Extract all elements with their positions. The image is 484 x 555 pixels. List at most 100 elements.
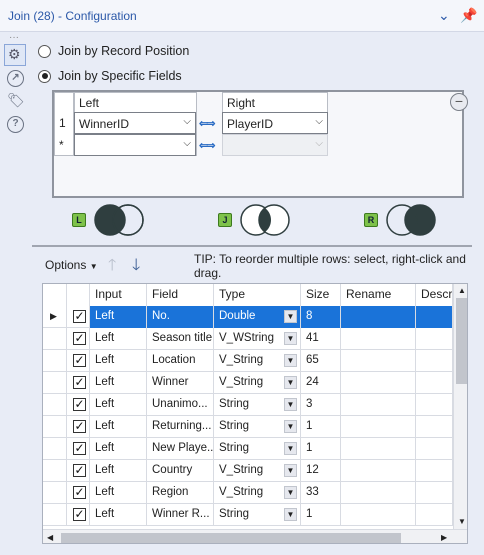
size-cell[interactable]: 1 xyxy=(301,438,341,460)
description-cell[interactable] xyxy=(416,460,453,482)
connection-icon[interactable]: ↗ xyxy=(7,70,24,87)
left-output-selector[interactable]: L xyxy=(72,203,152,237)
field-checkbox[interactable]: ✓ xyxy=(73,508,86,521)
input-cell[interactable]: Left xyxy=(90,328,147,350)
right-field-dropdown[interactable]: PlayerID ⌵ xyxy=(222,112,328,134)
table-row[interactable]: ✓ Left Season title V_WString ▼ 41 xyxy=(43,328,453,350)
join-output-selector[interactable]: J xyxy=(218,203,298,237)
description-cell[interactable] xyxy=(416,438,453,460)
description-cell[interactable] xyxy=(416,328,453,350)
input-cell[interactable]: Left xyxy=(90,394,147,416)
description-cell[interactable] xyxy=(416,372,453,394)
type-dropdown-icon[interactable]: ▼ xyxy=(284,354,297,367)
chevron-down-icon[interactable]: ⌄ xyxy=(438,7,450,23)
new-left-field-dropdown[interactable]: ⌵ xyxy=(74,134,196,156)
input-cell[interactable]: Left xyxy=(90,460,147,482)
join-by-position-option[interactable]: Join by Record Position xyxy=(38,44,189,58)
left-field-dropdown[interactable]: WinnerID ⌵ xyxy=(74,112,196,134)
size-cell[interactable]: 3 xyxy=(301,394,341,416)
rename-cell[interactable] xyxy=(341,350,416,372)
table-row[interactable]: ✓ Left Unanimo... String ▼ 3 xyxy=(43,394,453,416)
field-cell[interactable]: Season title xyxy=(147,328,214,350)
type-cell[interactable]: V_String ▼ xyxy=(214,482,301,504)
table-row[interactable]: ✓ Left Winner V_String ▼ 24 xyxy=(43,372,453,394)
input-cell[interactable]: Left xyxy=(90,482,147,504)
pin-icon[interactable]: 📌 xyxy=(460,7,477,23)
rename-cell[interactable] xyxy=(341,328,416,350)
size-cell[interactable]: 1 xyxy=(301,504,341,526)
rename-cell[interactable] xyxy=(341,438,416,460)
type-cell[interactable]: String ▼ xyxy=(214,416,301,438)
settings-tab[interactable]: ⚙ xyxy=(4,44,26,66)
field-checkbox[interactable]: ✓ xyxy=(73,442,86,455)
table-row[interactable]: ✓ Left Region V_String ▼ 33 xyxy=(43,482,453,504)
type-dropdown-icon[interactable]: ▼ xyxy=(284,420,297,433)
type-dropdown-icon[interactable]: ▼ xyxy=(284,464,297,477)
description-cell[interactable] xyxy=(416,350,453,372)
input-cell[interactable]: Left xyxy=(90,306,147,328)
table-row[interactable]: ✓ Left Location V_String ▼ 65 xyxy=(43,350,453,372)
size-cell[interactable]: 24 xyxy=(301,372,341,394)
size-cell[interactable]: 1 xyxy=(301,416,341,438)
table-row[interactable]: ✓ Left New Playe... String ▼ 1 xyxy=(43,438,453,460)
rename-cell[interactable] xyxy=(341,482,416,504)
scroll-up-icon[interactable]: ▲ xyxy=(458,286,466,295)
size-cell[interactable]: 41 xyxy=(301,328,341,350)
type-cell[interactable]: V_String ▼ xyxy=(214,460,301,482)
radio-button[interactable] xyxy=(38,44,51,58)
rename-cell[interactable] xyxy=(341,372,416,394)
move-up-icon[interactable]: 🡑 xyxy=(108,254,116,281)
horizontal-scroll-thumb[interactable] xyxy=(61,533,401,543)
field-checkbox[interactable]: ✓ xyxy=(73,376,86,389)
rename-cell[interactable] xyxy=(341,460,416,482)
input-cell[interactable]: Left xyxy=(90,504,147,526)
description-cell[interactable] xyxy=(416,306,453,328)
more-dots-icon[interactable]: ··· xyxy=(9,32,19,43)
size-cell[interactable]: 8 xyxy=(301,306,341,328)
header-input[interactable]: Input xyxy=(90,284,147,306)
horizontal-scrollbar[interactable]: ◀ ▶ xyxy=(43,529,467,543)
description-cell[interactable] xyxy=(416,394,453,416)
table-row[interactable]: ✓ Left Winner R... String ▼ 1 xyxy=(43,504,453,526)
field-checkbox[interactable]: ✓ xyxy=(73,354,86,367)
tag-icon[interactable]: 🏷 xyxy=(7,92,25,109)
swap-arrows-icon[interactable]: ⇐⇒ xyxy=(199,139,216,152)
type-dropdown-icon[interactable]: ▼ xyxy=(284,508,297,521)
type-cell[interactable]: V_WString ▼ xyxy=(214,328,301,350)
table-row[interactable]: ✓ Left Country V_String ▼ 12 xyxy=(43,460,453,482)
field-cell[interactable]: Unanimo... xyxy=(147,394,214,416)
field-cell[interactable]: Country xyxy=(147,460,214,482)
header-description[interactable]: Descr xyxy=(416,284,453,306)
header-type[interactable]: Type xyxy=(214,284,301,306)
input-cell[interactable]: Left xyxy=(90,416,147,438)
type-cell[interactable]: V_String ▼ xyxy=(214,372,301,394)
field-cell[interactable]: Location xyxy=(147,350,214,372)
type-dropdown-icon[interactable]: ▼ xyxy=(284,376,297,389)
size-cell[interactable]: 33 xyxy=(301,482,341,504)
header-rename[interactable]: Rename xyxy=(341,284,416,306)
header-field[interactable]: Field xyxy=(147,284,214,306)
type-cell[interactable]: Double ▼ xyxy=(214,306,301,328)
move-down-icon[interactable]: 🡓 xyxy=(132,254,140,281)
scroll-right-icon[interactable]: ▶ xyxy=(441,533,447,542)
options-menu-button[interactable]: Options ▼ xyxy=(40,254,103,276)
right-output-selector[interactable]: R xyxy=(364,203,444,237)
type-dropdown-icon[interactable]: ▼ xyxy=(284,310,297,323)
vertical-scrollbar[interactable]: ▲ ▼ xyxy=(453,284,467,529)
field-cell[interactable]: Winner xyxy=(147,372,214,394)
input-cell[interactable]: Left xyxy=(90,438,147,460)
input-cell[interactable]: Left xyxy=(90,350,147,372)
field-cell[interactable]: Region xyxy=(147,482,214,504)
type-cell[interactable]: String ▼ xyxy=(214,504,301,526)
header-size[interactable]: Size xyxy=(301,284,341,306)
type-cell[interactable]: V_String ▼ xyxy=(214,350,301,372)
swap-arrows-icon[interactable]: ⇐⇒ xyxy=(199,117,216,130)
table-row[interactable]: ▶ ✓ Left No. Double ▼ 8 xyxy=(43,306,453,328)
description-cell[interactable] xyxy=(416,482,453,504)
type-dropdown-icon[interactable]: ▼ xyxy=(284,442,297,455)
field-checkbox[interactable]: ✓ xyxy=(73,398,86,411)
type-cell[interactable]: String ▼ xyxy=(214,438,301,460)
field-checkbox[interactable]: ✓ xyxy=(73,332,86,345)
type-dropdown-icon[interactable]: ▼ xyxy=(284,332,297,345)
remove-row-button[interactable]: − xyxy=(450,93,468,111)
